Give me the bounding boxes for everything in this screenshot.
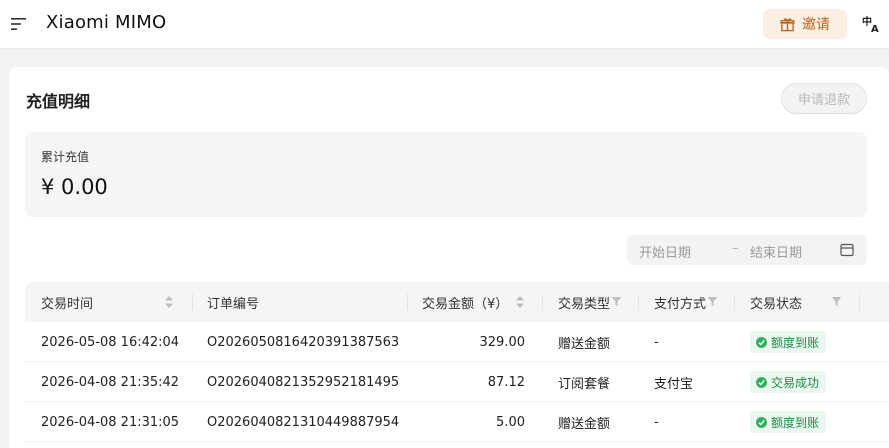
cell-type: 订阅套餐 xyxy=(558,376,611,392)
brand-logo[interactable]: Xiaomi MIMO xyxy=(46,12,166,33)
invite-button[interactable]: 邀请 xyxy=(763,9,847,39)
invite-label: 邀请 xyxy=(802,17,830,33)
start-date-input[interactable]: 开始日期 xyxy=(639,242,691,261)
status-label: 额度到账 xyxy=(771,415,820,430)
status-badge: 额度到账 xyxy=(750,411,827,433)
calendar-icon[interactable] xyxy=(840,243,854,257)
column-header-type: 交易类型 xyxy=(558,296,611,312)
cell-order: O2026050816420391387563 xyxy=(207,334,400,350)
table-row[interactable]: 2026-04-08 21:35:42 O2026040821352952181… xyxy=(25,362,889,402)
total-recharge-label: 累计充值 xyxy=(41,150,90,164)
sort-icon[interactable] xyxy=(515,295,525,309)
menu-lines-icon[interactable] xyxy=(10,15,28,33)
check-circle-icon xyxy=(756,376,767,388)
cell-status: 额度到账 xyxy=(750,322,827,362)
gift-icon xyxy=(780,17,795,31)
status-label: 交易成功 xyxy=(771,375,820,390)
date-range-picker[interactable]: 开始日期 – 结束日期 xyxy=(627,235,867,265)
total-recharge-value: ¥ 0.00 xyxy=(41,175,108,199)
svg-text:A: A xyxy=(871,24,879,34)
table-row[interactable]: 2026-05-08 16:42:04 O2026050816420391387… xyxy=(25,322,889,362)
cell-payment: - xyxy=(654,334,659,350)
cell-amount: 329.00 xyxy=(479,334,526,350)
sort-icon[interactable] xyxy=(164,295,174,309)
cell-time: 2026-04-08 21:35:42 xyxy=(41,374,180,390)
recharge-detail-card: 充值明细 申请退款 累计充值 ¥ 0.00 开始日期 – 结束日期 交易时间 订… xyxy=(9,67,889,448)
cell-order: O2026040821310449887954 xyxy=(207,414,400,430)
status-badge: 额度到账 xyxy=(750,331,827,353)
page-title: 充值明细 xyxy=(26,92,91,111)
translate-icon[interactable]: 中 A xyxy=(862,14,882,34)
cell-type: 赠送金额 xyxy=(558,336,611,352)
cell-status: 额度到账 xyxy=(750,402,827,442)
table-header: 交易时间 订单编号 交易金额（¥） 交易类型 支付方式 交易状态 xyxy=(25,282,889,322)
column-divider xyxy=(638,294,639,310)
cell-order: O2026040821352952181495 xyxy=(207,374,400,390)
column-header-payment: 支付方式 xyxy=(654,296,707,312)
status-badge: 交易成功 xyxy=(750,371,827,393)
cell-status: 交易成功 xyxy=(750,362,827,402)
column-header-amount: 交易金额（¥） xyxy=(422,296,509,312)
column-header-time: 交易时间 xyxy=(41,296,94,312)
date-separator: – xyxy=(732,241,739,256)
cell-type: 赠送金额 xyxy=(558,416,611,432)
total-recharge-summary: 累计充值 ¥ 0.00 xyxy=(25,132,867,217)
filter-icon[interactable] xyxy=(831,296,842,307)
column-divider xyxy=(192,294,193,310)
table-row[interactable]: 2026-04-08 21:31:05 O2026040821310449887… xyxy=(25,402,889,442)
check-circle-icon xyxy=(756,336,767,348)
cell-payment: 支付宝 xyxy=(654,376,694,392)
cell-amount: 87.12 xyxy=(487,374,525,390)
cell-payment: - xyxy=(654,414,659,430)
end-date-input[interactable]: 结束日期 xyxy=(750,242,802,261)
column-divider xyxy=(542,294,543,310)
top-bar: Xiaomi MIMO 邀请 中 A xyxy=(0,0,889,49)
cell-amount: 5.00 xyxy=(496,414,525,430)
column-divider xyxy=(734,294,735,310)
status-label: 额度到账 xyxy=(771,335,820,350)
column-header-status: 交易状态 xyxy=(750,296,803,312)
filter-icon[interactable] xyxy=(611,296,622,307)
filter-icon[interactable] xyxy=(707,296,718,307)
cell-time: 2026-05-08 16:42:04 xyxy=(41,334,180,350)
apply-refund-button[interactable]: 申请退款 xyxy=(781,83,867,114)
column-divider xyxy=(407,294,408,310)
check-circle-icon xyxy=(756,416,767,428)
column-divider xyxy=(859,294,860,310)
cell-time: 2026-04-08 21:31:05 xyxy=(41,414,180,430)
column-header-order: 订单编号 xyxy=(207,296,260,312)
